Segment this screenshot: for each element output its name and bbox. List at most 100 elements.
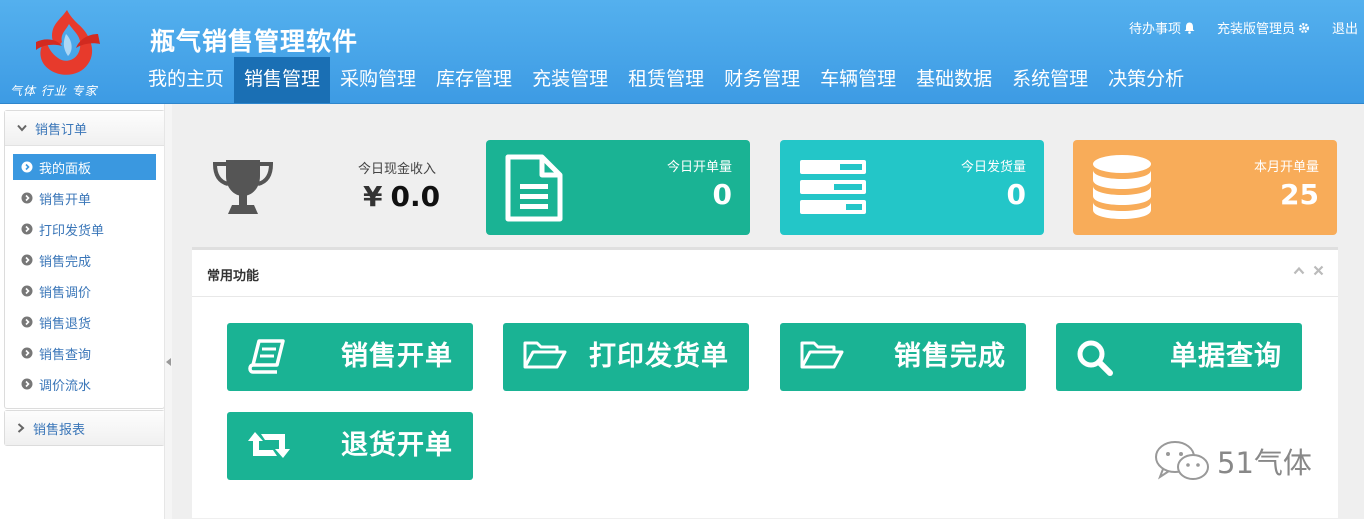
button-label: 销售开单 (341, 341, 453, 372)
stat-value: ¥0.0 (363, 180, 440, 213)
sidebar: 销售订单 我的面板 销售开单 打印发货单 销售完成 销售调价 销售退货 销售查询… (0, 104, 170, 519)
folder-open-icon (800, 341, 844, 369)
nav-item-base-data[interactable]: 基础数据 (906, 57, 1002, 103)
nav-item-analytics[interactable]: 决策分析 (1098, 57, 1194, 103)
button-label: 退货开单 (341, 430, 453, 461)
stat-value: 0 (712, 178, 732, 211)
sidebar-group-sales-reports: 销售报表 (4, 410, 165, 446)
nav-item-filling[interactable]: 充装管理 (522, 57, 618, 103)
sidebar-item-label: 销售查询 (39, 347, 92, 363)
sidebar-item-my-panel[interactable]: 我的面板 (13, 154, 156, 180)
database-icon (1093, 155, 1151, 219)
book-icon (248, 339, 285, 374)
stat-orders-month: 本月开单量 25 (1073, 140, 1337, 235)
logo-slogan: 气体 行业 专家 (10, 84, 98, 98)
circle-arrow-icon (21, 254, 33, 266)
user-menu[interactable]: 充装版管理员 (1217, 18, 1310, 37)
sidebar-items: 我的面板 销售开单 打印发货单 销售完成 销售调价 销售退货 销售查询 调价流水 (5, 146, 164, 408)
sidebar-item-label: 销售完成 (39, 254, 92, 270)
collapse-arrow-icon (166, 358, 171, 366)
trophy-icon (212, 160, 274, 214)
sidebar-item-label: 打印发货单 (39, 223, 105, 239)
sidebar-group-sales-orders: 销售订单 我的面板 销售开单 打印发货单 销售完成 销售调价 销售退货 销售查询… (4, 110, 165, 409)
todo-label: 待办事项 (1128, 22, 1181, 37)
button-label: 销售完成 (894, 341, 1006, 372)
sidebar-item-price-log[interactable]: 调价流水 (13, 371, 156, 397)
stat-label: 今日发货量 (960, 160, 1026, 175)
top-links: 待办事项 充装版管理员 退出 (1129, 18, 1358, 37)
server-icon (800, 160, 866, 214)
sidebar-item-print-delivery[interactable]: 打印发货单 (13, 216, 156, 242)
nav-item-leasing[interactable]: 租赁管理 (618, 57, 714, 103)
sidebar-item-sales-query[interactable]: 销售查询 (13, 340, 156, 366)
user-label: 充装版管理员 (1216, 22, 1295, 37)
app-title: 瓶气销售管理软件 (150, 27, 359, 56)
retweet-icon (248, 432, 290, 458)
cash-value: 0.0 (390, 180, 441, 213)
watermark-text: 51气体 (1217, 446, 1312, 480)
sales-order-button[interactable]: 销售开单 (227, 323, 473, 391)
todo-link[interactable]: 待办事项 (1129, 18, 1195, 37)
button-label: 打印发货单 (589, 341, 729, 372)
watermark: 51气体 (1153, 439, 1312, 483)
stat-value: 0 (1006, 178, 1026, 211)
document-query-button[interactable]: 单据查询 (1056, 323, 1302, 391)
main-nav: 我的主页 销售管理 采购管理 库存管理 充装管理 租赁管理 财务管理 车辆管理 … (138, 57, 1194, 103)
stat-cash-income: 今日现金收入 ¥0.0 (190, 140, 482, 235)
sales-complete-button[interactable]: 销售完成 (780, 323, 1026, 391)
circle-arrow-icon (21, 378, 33, 390)
gear-icon (1298, 22, 1309, 33)
circle-arrow-icon (21, 161, 33, 173)
nav-item-sales[interactable]: 销售管理 (234, 57, 331, 103)
panel-title: 常用功能 (207, 269, 260, 284)
close-icon[interactable] (1313, 265, 1324, 276)
wechat-icon (1155, 441, 1209, 480)
stat-value: 25 (1280, 178, 1319, 211)
nav-item-home[interactable]: 我的主页 (138, 57, 234, 103)
circle-arrow-icon (21, 192, 33, 204)
panel-tools (1293, 265, 1324, 277)
print-delivery-button[interactable]: 打印发货单 (503, 323, 749, 391)
sidebar-item-label: 我的面板 (39, 161, 92, 177)
sidebar-item-label: 销售调价 (39, 285, 92, 301)
sidebar-group-header[interactable]: 销售报表 (5, 411, 164, 445)
circle-arrow-icon (21, 347, 33, 359)
chevron-down-icon (17, 124, 27, 132)
sidebar-item-sales-complete[interactable]: 销售完成 (13, 247, 156, 273)
search-icon (1077, 340, 1113, 376)
sidebar-item-sales-return[interactable]: 销售退货 (13, 309, 156, 335)
button-label: 单据查询 (1170, 341, 1282, 372)
circle-arrow-icon (21, 316, 33, 328)
return-order-button[interactable]: 退货开单 (227, 412, 473, 480)
app-header: 气体 行业 专家 瓶气销售管理软件 待办事项 充装版管理员 退出 我的主页 销售… (0, 0, 1364, 104)
nav-item-purchase[interactable]: 采购管理 (330, 57, 426, 103)
stat-label: 今日开单量 (666, 160, 732, 175)
bell-icon (1184, 22, 1195, 34)
chevron-right-icon (17, 423, 25, 433)
nav-item-system[interactable]: 系统管理 (1002, 57, 1098, 103)
sidebar-group-header[interactable]: 销售订单 (5, 111, 164, 146)
circle-arrow-icon (21, 223, 33, 235)
folder-open-icon (523, 341, 567, 369)
logout-link[interactable]: 退出 (1332, 18, 1358, 37)
stat-orders-today: 今日开单量 0 (486, 140, 750, 235)
stat-label: 本月开单量 (1253, 160, 1319, 175)
panel-header: 常用功能 (192, 250, 1338, 297)
nav-item-inventory[interactable]: 库存管理 (426, 57, 522, 103)
sidebar-item-sales-order[interactable]: 销售开单 (13, 185, 156, 211)
sidebar-item-price-adjust[interactable]: 销售调价 (13, 278, 156, 304)
file-text-icon (505, 154, 563, 222)
sidebar-item-label: 销售退货 (39, 316, 92, 332)
app-logo: 气体 行业 专家 (4, 2, 130, 100)
sidebar-group-title: 销售报表 (33, 422, 86, 438)
chevron-up-icon[interactable] (1293, 265, 1305, 277)
stat-shipped-today: 今日发货量 0 (780, 140, 1044, 235)
stat-label: 今日现金收入 (358, 162, 437, 177)
sidebar-group-title: 销售订单 (35, 122, 88, 138)
flame-logo-icon (36, 10, 100, 75)
currency-symbol: ¥ (363, 180, 383, 213)
nav-item-vehicles[interactable]: 车辆管理 (810, 57, 906, 103)
nav-item-finance[interactable]: 财务管理 (714, 57, 810, 103)
sidebar-item-label: 调价流水 (39, 378, 92, 394)
sidebar-item-label: 销售开单 (39, 192, 92, 208)
